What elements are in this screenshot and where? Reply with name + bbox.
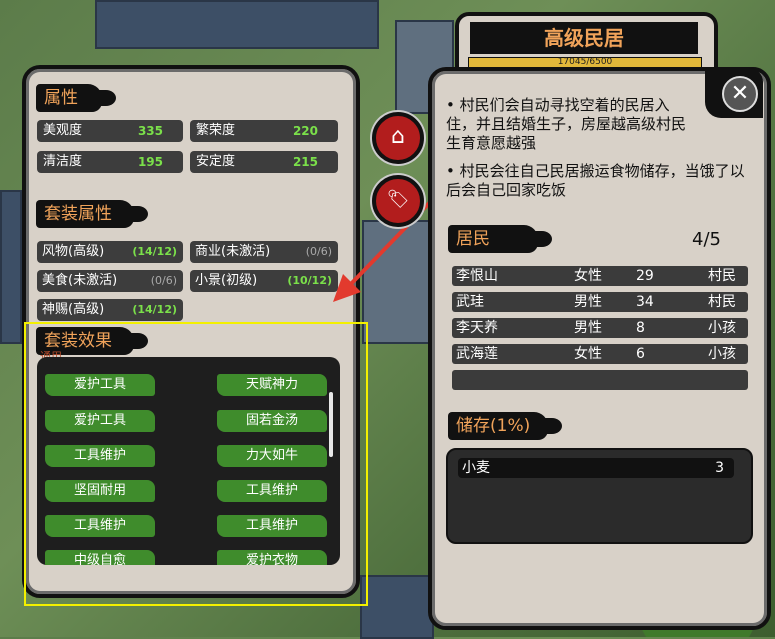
set-attr-divine[interactable]: 神赐(高级) (14/12) xyxy=(37,299,183,321)
resident-row-empty[interactable] xyxy=(452,370,748,390)
map-roof xyxy=(360,575,434,639)
attr-stability: 安定度 215 xyxy=(190,151,338,173)
resident-row[interactable]: 李天养 男性 8 小孩 xyxy=(452,318,748,338)
attr-cleanliness: 清洁度 195 xyxy=(37,151,183,173)
highlight-box xyxy=(24,322,368,606)
attr-aesthetics: 美观度 335 xyxy=(37,120,183,142)
resident-row[interactable]: 武珪 男性 34 村民 xyxy=(452,292,748,312)
attributes-header: 属性 xyxy=(36,84,116,112)
map-roof xyxy=(0,190,22,344)
storage-item[interactable]: 小麦 3 xyxy=(458,458,734,478)
set-attr-commerce[interactable]: 商业(未激活) (0/6) xyxy=(190,241,338,263)
set-attributes-header: 套装属性 xyxy=(36,200,148,228)
home-button[interactable]: ⌂ xyxy=(372,112,424,164)
residents-header: 居民 xyxy=(448,225,552,253)
attr-prosperity: 繁荣度 220 xyxy=(190,120,338,142)
description-box: • 村民们会自动寻找空着的民居入住，并且结婚生子，房屋越高级村民生育意愿越强 •… xyxy=(440,88,750,210)
set-attr-scenery[interactable]: 小景(初级) (10/12) xyxy=(190,270,338,292)
resident-row[interactable]: 武海莲 女性 6 小孩 xyxy=(452,344,748,364)
tag-icon: 🏷 xyxy=(386,189,410,210)
building-title: 高级民居 xyxy=(470,22,698,54)
desc-line-1: • 村民们会自动寻找空着的民居入住，并且结婚生子，房屋越高级村民生育意愿越强 xyxy=(446,96,687,152)
close-icon: ✕ xyxy=(730,81,750,106)
storage-box: 小麦 3 xyxy=(446,448,753,544)
set-attr-fengwu[interactable]: 风物(高级) (14/12) xyxy=(37,241,183,263)
tag-button[interactable]: 🏷 xyxy=(372,175,424,227)
desc-line-2: • 村民会往自己民居搬运食物储存，当饿了以后会自己回家吃饭 xyxy=(446,162,745,199)
resident-row[interactable]: 李恨山 女性 29 村民 xyxy=(452,266,748,286)
home-icon: ⌂ xyxy=(391,124,405,149)
storage-header: 储存(1%) xyxy=(448,412,562,440)
set-attr-food[interactable]: 美食(未激活) (0/6) xyxy=(37,270,183,292)
close-button[interactable]: ✕ xyxy=(722,76,758,112)
residents-count: 4/5 xyxy=(692,229,721,250)
map-roof xyxy=(95,0,379,49)
